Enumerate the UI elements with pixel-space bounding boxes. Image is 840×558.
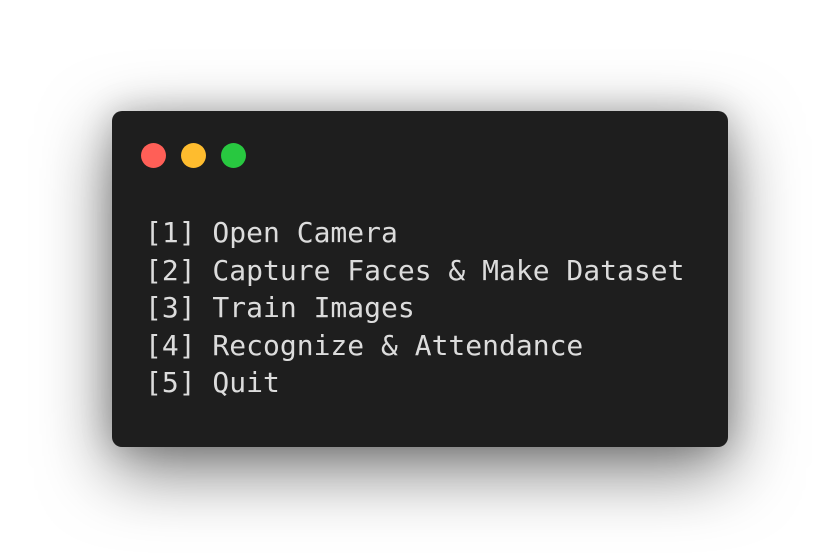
menu-option-capture-faces: [2] Capture Faces & Make Dataset	[145, 253, 685, 287]
menu-option-open-camera: [1] Open Camera	[145, 216, 398, 249]
terminal-window: [1] Open Camera [2] Capture Faces & Make…	[112, 111, 728, 447]
terminal-output: [1] Open Camera [2] Capture Faces & Make…	[145, 214, 684, 402]
minimize-window-icon[interactable]	[181, 143, 206, 168]
menu-option-train-images: [3] Train Images	[145, 291, 415, 324]
maximize-window-icon[interactable]	[221, 143, 246, 168]
close-window-icon[interactable]	[141, 143, 166, 168]
menu-option-recognize-attendance: [4] Recognize & Attendance	[145, 328, 584, 362]
window-titlebar	[112, 111, 728, 191]
menu-option-quit: [5] Quit	[145, 366, 280, 399]
